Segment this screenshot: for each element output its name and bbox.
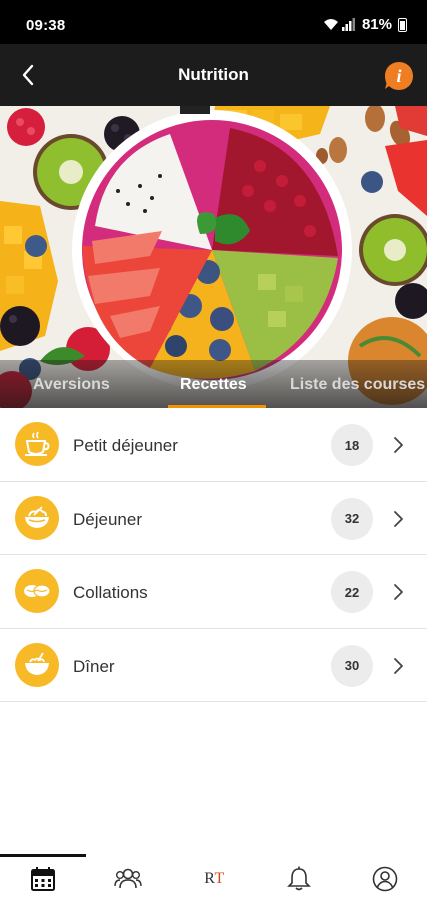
snack-icon (15, 569, 59, 613)
chevron-right-icon (394, 437, 403, 453)
list-item-label: Collations (73, 583, 148, 602)
app-header: Nutrition i (0, 44, 427, 106)
tab-liste-des-courses[interactable]: Liste des courses (290, 376, 425, 394)
page-title: Nutrition (178, 65, 249, 84)
count-badge: 18 (331, 424, 373, 466)
list-item-label: Petit déjeuner (73, 436, 178, 455)
nav-profile[interactable] (370, 864, 400, 894)
dinner-bowl-icon (15, 642, 59, 687)
nav-group[interactable] (113, 864, 143, 894)
rt-logo-r: R (204, 870, 215, 887)
tab-recettes[interactable]: Recettes (180, 376, 247, 394)
signal-icon (341, 18, 355, 31)
battery-percent: 81% (361, 16, 392, 33)
calendar-icon (31, 867, 55, 891)
profile-icon (372, 866, 398, 892)
status-time: 09:38 (26, 17, 66, 34)
info-icon: i (396, 66, 401, 86)
rt-logo-t: T (214, 870, 224, 887)
wifi-icon (323, 19, 338, 30)
list-item-collations[interactable]: Collations 22 (0, 555, 427, 629)
nav-notifications[interactable] (284, 864, 314, 894)
status-indicators: 81% (323, 16, 407, 33)
signal-icons (323, 18, 356, 31)
meal-bowl-icon (15, 495, 59, 540)
count-badge: 22 (331, 571, 373, 613)
chevron-right-icon (394, 510, 403, 527)
bell-icon (287, 866, 311, 891)
count-badge: 30 (331, 644, 373, 687)
active-nav-indicator (0, 854, 86, 857)
hero-image: Aversions Recettes Liste des courses (0, 106, 427, 408)
chevron-right-icon (394, 584, 403, 600)
list-item-diner[interactable]: Dîner 30 (0, 628, 427, 702)
battery-icon (398, 17, 407, 32)
nav-calendar[interactable] (28, 864, 58, 894)
meal-category-list: Petit déjeuner 18 Déjeuner 32 Collations… (0, 408, 427, 702)
list-item-dejeuner[interactable]: Déjeuner 32 (0, 481, 427, 555)
list-item-petit-dejeuner[interactable]: Petit déjeuner 18 (0, 408, 427, 482)
bottom-navigation: RT (0, 854, 427, 900)
chevron-right-icon (394, 657, 403, 674)
status-bar: 09:38 81% (0, 0, 427, 44)
list-item-label: Dîner (73, 656, 115, 676)
group-icon (114, 868, 142, 889)
tab-bar: Aversions Recettes Liste des courses (0, 360, 427, 408)
tab-aversions[interactable]: Aversions (33, 376, 110, 394)
nav-rt-logo[interactable]: RT (199, 864, 229, 894)
list-item-label: Déjeuner (73, 509, 142, 529)
info-button[interactable]: i (383, 60, 415, 92)
coffee-cup-icon (15, 422, 59, 466)
count-badge: 32 (331, 497, 373, 540)
